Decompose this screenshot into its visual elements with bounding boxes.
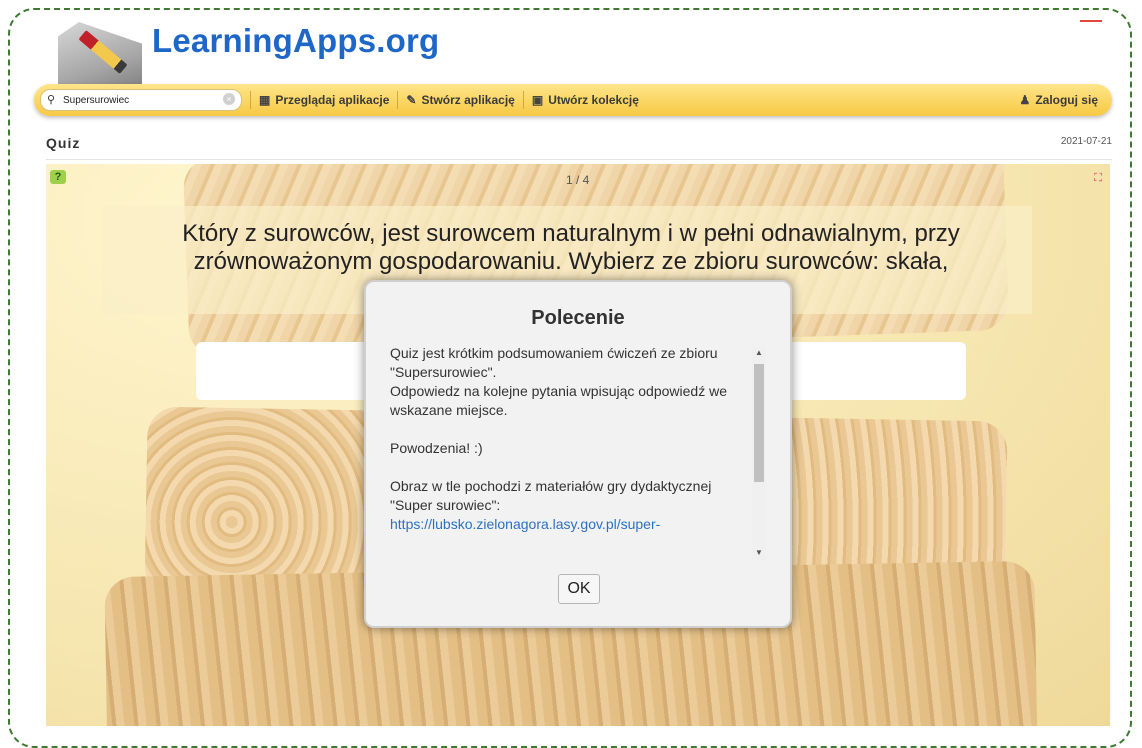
modal-scrollbar[interactable]: ▲ ▼ (752, 346, 766, 560)
question-text: Który z surowców, jest surowcem naturaln… (182, 220, 960, 275)
user-icon: ♟ (1019, 93, 1031, 107)
create-collection-link[interactable]: ▣ Utwórz kolekcję (532, 93, 639, 107)
question-counter: 1 / 4 (566, 173, 590, 187)
modal-body: Quiz jest krótkim podsumowaniem ćwiczeń … (390, 344, 748, 562)
create-app-label: Stwórz aplikację (421, 93, 515, 107)
nav-divider (250, 91, 251, 109)
modal-text: Powodzenia! :) (390, 440, 483, 456)
help-icon[interactable]: ? (50, 170, 66, 184)
create-collection-label: Utwórz kolekcję (548, 93, 639, 107)
modal-text: Quiz jest krótkim podsumowaniem ćwiczeń … (390, 345, 718, 380)
instruction-modal: Polecenie Quiz jest krótkim podsumowanie… (364, 280, 792, 628)
browse-apps-label: Przeglądaj aplikacje (275, 93, 390, 107)
modal-title: Polecenie (531, 307, 625, 329)
title-row: Quiz 2021-07-21 (46, 133, 1112, 160)
corner-mark (1080, 20, 1102, 22)
browse-apps-link[interactable]: ▦ Przeglądaj aplikacje (259, 93, 389, 107)
clear-icon[interactable]: × (223, 93, 235, 105)
login-link[interactable]: ♟ Zaloguj się (1020, 93, 1098, 107)
search-box[interactable]: ⚲ × (40, 89, 242, 111)
modal-text: Odpowiedz na kolejne pytania wpisując od… (390, 383, 727, 418)
search-icon[interactable]: ⚲ (47, 94, 59, 106)
scroll-thumb[interactable] (754, 364, 764, 482)
page-date: 2021-07-21 (1060, 136, 1112, 147)
create-app-link[interactable]: ✎ Stwórz aplikację (406, 93, 514, 107)
scroll-down-icon[interactable]: ▼ (752, 546, 766, 560)
scroll-up-icon[interactable]: ▲ (752, 346, 766, 360)
ok-button[interactable]: OK (558, 574, 600, 604)
page-title: Quiz (46, 135, 81, 151)
nav-divider (522, 91, 524, 109)
modal-link[interactable]: https://lubsko.zielonagora.lasy.gov.pl/s… (390, 515, 748, 534)
grid-icon: ▦ (259, 93, 271, 107)
fullscreen-icon[interactable]: ⛶ (1092, 172, 1104, 184)
login-label: Zaloguj się (1035, 93, 1098, 107)
search-input[interactable] (59, 94, 207, 106)
nav-divider (397, 91, 399, 109)
collection-icon: ▣ (531, 93, 544, 107)
modal-text: Obraz w tle pochodzi z materiałów gry dy… (390, 478, 712, 513)
pencil-icon: ✎ (406, 93, 417, 107)
navbar: ⚲ × ▦ Przeglądaj aplikacje ✎ Stwórz apli… (34, 84, 1112, 116)
logo[interactable]: LearningApps.org (48, 12, 439, 94)
logo-text[interactable]: LearningApps.org (152, 22, 439, 60)
